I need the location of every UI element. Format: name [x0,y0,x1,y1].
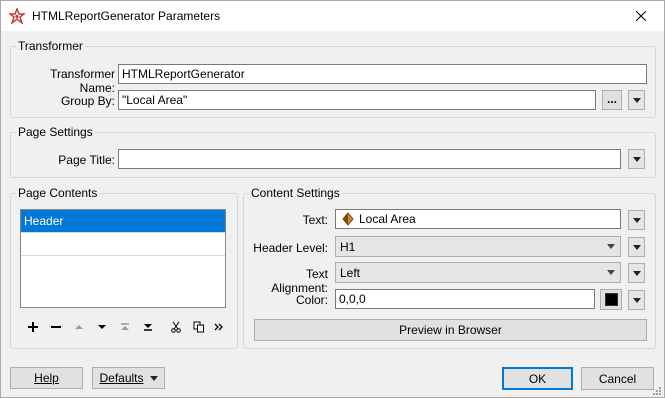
fme-transformer-icon [7,7,27,26]
transformer-name-field[interactable]: HTMLReportGenerator [118,64,647,84]
preview-in-browser-button[interactable]: Preview in Browser [254,319,647,341]
list-item[interactable]: Header [21,210,225,233]
header-level-select[interactable]: H1 [335,236,621,257]
header-level-value: H1 [340,240,356,254]
help-label: Help [34,371,59,385]
chevron-down-icon [633,98,641,103]
color-label: Color: [295,293,328,307]
color-menu-button[interactable] [628,290,645,310]
text-alignment-label: Text Alignment: [271,267,328,295]
text-field[interactable]: Local Area [335,209,621,229]
page-settings-legend: Page Settings [16,125,95,139]
page-title-field[interactable] [118,149,621,169]
cut-icon[interactable] [168,319,184,335]
page-contents-legend: Page Contents [16,186,100,200]
header-level-menu-button[interactable] [628,237,645,257]
transformer-legend: Transformer [16,39,85,53]
window-title: HTMLReportGenerator Parameters [32,9,221,23]
move-up-icon[interactable] [71,319,87,335]
add-icon[interactable] [25,319,41,335]
move-down-icon[interactable] [94,319,110,335]
chevron-down-icon [633,298,641,303]
resize-grip-icon[interactable] [651,384,661,395]
text-alignment-value: Left [340,266,361,280]
help-button[interactable]: Help [10,367,83,389]
list-item-empty [21,233,225,256]
title-bar: HTMLReportGenerator Parameters [1,1,664,31]
group-by-label: Group By: [60,94,115,108]
page-title-label: Page Title: [58,153,115,167]
chevron-down-icon [607,270,615,275]
chevron-down-icon [633,218,641,223]
ellipsis-icon: ... [606,92,617,106]
close-icon [636,11,646,21]
attribute-icon [342,212,354,228]
text-alignment-select[interactable]: Left [335,262,621,283]
group-by-field[interactable]: "Local Area" [118,90,596,110]
color-swatch [604,293,618,306]
more-icon[interactable] [211,319,227,335]
text-label: Text: [302,213,328,227]
dialog-window: HTMLReportGenerator Parameters Transform… [0,0,665,398]
defaults-label: Defaults [99,371,144,385]
defaults-button[interactable]: Defaults [92,367,165,389]
copy-icon[interactable] [191,319,207,335]
header-level-label: Header Level: [253,241,328,255]
move-bottom-icon[interactable] [140,319,156,335]
text-alignment-menu-button[interactable] [628,263,645,283]
ok-button[interactable]: OK [502,367,573,390]
color-picker-button[interactable] [600,289,622,310]
transformer-name-label: Transformer Name: [50,67,115,95]
remove-icon[interactable] [48,319,64,335]
cancel-button[interactable]: Cancel [581,367,654,390]
text-value: Local Area [359,212,416,226]
color-field[interactable]: 0,0,0 [335,289,595,309]
chevron-down-icon [633,245,641,250]
page-title-menu-button[interactable] [628,149,645,169]
close-button[interactable] [618,1,664,31]
chevron-down-icon [633,157,641,162]
chevron-down-icon [607,244,615,249]
content-settings-legend: Content Settings [249,186,342,200]
text-menu-button[interactable] [628,210,645,230]
move-top-icon[interactable] [117,319,133,335]
group-by-browse-button[interactable]: ... [602,90,622,110]
group-by-menu-button[interactable] [628,90,645,110]
page-contents-list[interactable]: Header [20,209,226,308]
chevron-down-icon [633,271,641,276]
chevron-down-icon [150,376,158,381]
